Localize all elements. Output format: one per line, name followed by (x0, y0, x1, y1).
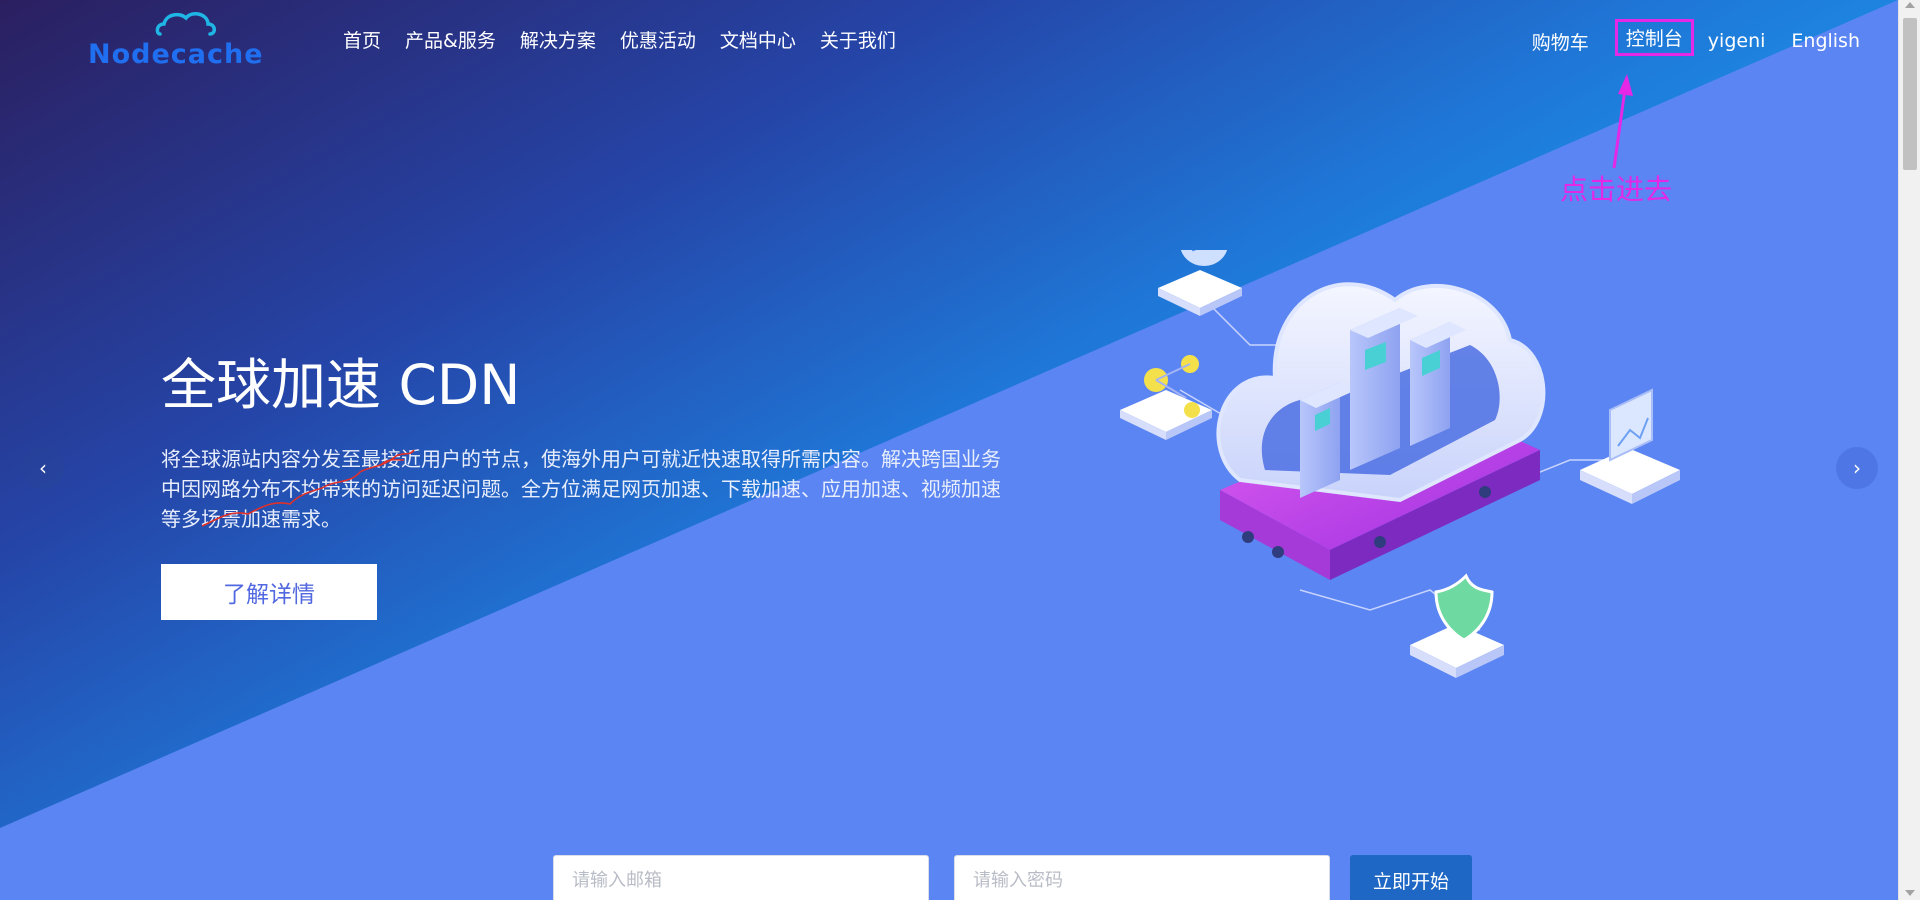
email-input[interactable] (553, 855, 929, 900)
nav-products[interactable]: 产品&服务 (405, 26, 496, 53)
password-input[interactable] (954, 855, 1330, 900)
nav-docs[interactable]: 文档中心 (720, 26, 796, 53)
language-switch[interactable]: English (1791, 30, 1860, 52)
page-scrollbar[interactable] (1898, 0, 1920, 900)
start-now-button[interactable]: 立即开始 (1350, 855, 1472, 900)
carousel-next-button[interactable]: › (1836, 447, 1878, 489)
console-link[interactable]: 控制台 (1614, 19, 1694, 56)
logo-cloud-icon (155, 12, 216, 36)
annotation-arrow-icon (1612, 74, 1633, 169)
site-logo[interactable]: Nodecache (88, 10, 263, 70)
scroll-up-arrow-icon[interactable] (1905, 2, 1915, 8)
nodes-node-icon (1120, 355, 1212, 440)
scroll-down-arrow-icon[interactable] (1905, 890, 1915, 896)
carousel-prev-button[interactable]: ‹ (22, 447, 64, 489)
nav-promotions[interactable]: 优惠活动 (620, 26, 696, 53)
user-nav: 购物车 控制台 yigeni English (1532, 19, 1860, 56)
monitor-node-icon (1580, 388, 1680, 504)
user-account-link[interactable]: yigeni (1708, 30, 1766, 52)
nav-home[interactable]: 首页 (343, 26, 381, 53)
chevron-left-icon: ‹ (39, 456, 47, 480)
learn-more-button[interactable]: 了解详情 (161, 564, 377, 620)
nav-solutions[interactable]: 解决方案 (520, 26, 596, 53)
logo-text: Nodecache (88, 39, 264, 70)
cdn-cloud-illustration (1120, 250, 1680, 678)
signup-form: 立即开始 (553, 855, 1472, 900)
chat-node-icon (1158, 250, 1242, 316)
cart-link[interactable]: 购物车 (1532, 28, 1589, 55)
nav-about[interactable]: 关于我们 (820, 26, 896, 53)
annotation-label: 点击进去 (1560, 173, 1673, 206)
main-nav: 首页 产品&服务 解决方案 优惠活动 文档中心 关于我们 (343, 26, 920, 53)
scroll-thumb[interactable] (1903, 18, 1917, 170)
hero-title: 全球加速 CDN (161, 353, 521, 417)
chevron-right-icon: › (1853, 456, 1861, 480)
handwritten-scribble (201, 449, 415, 527)
hero-banner: Nodecache 首页 产品&服务 解决方案 优惠活动 文档中心 关于我们 购… (0, 0, 1898, 900)
